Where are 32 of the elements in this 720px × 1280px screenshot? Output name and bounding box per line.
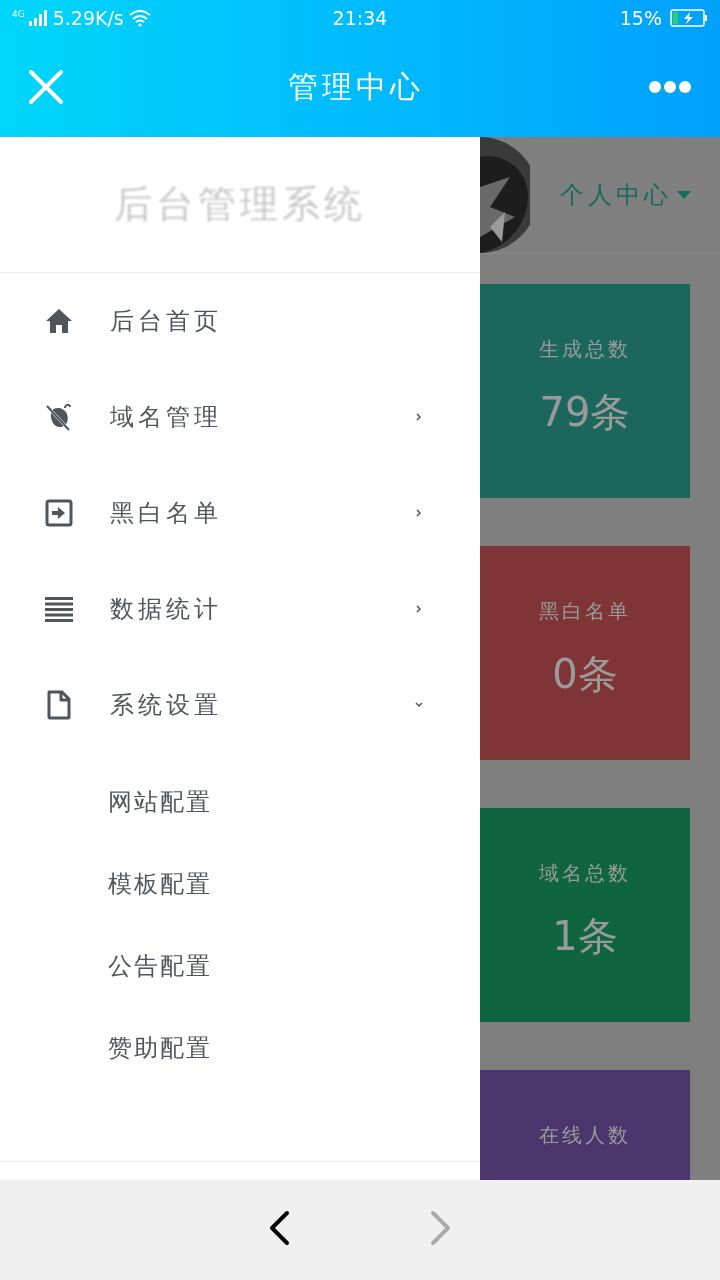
submenu-item[interactable]: 赞助配置 <box>0 1007 480 1089</box>
home-icon <box>45 308 73 334</box>
signal-icon <box>28 10 49 26</box>
more-icon[interactable] <box>648 79 692 94</box>
page-title: 管理中心 <box>287 68 425 106</box>
clock: 21:34 <box>331 5 389 31</box>
stat-label: 在线人数 <box>539 1122 631 1149</box>
stat-value: 79条 <box>539 388 631 437</box>
battery-charging-icon <box>670 9 708 27</box>
battery-percent: 15% <box>619 5 662 31</box>
list-icon <box>45 596 73 622</box>
stat-value: 0条 <box>552 650 618 699</box>
stat-label: 黑白名单 <box>539 598 631 625</box>
menu-item[interactable]: 域名管理 <box>0 369 480 465</box>
menu-item[interactable]: 后台首页 <box>0 273 480 369</box>
submenu-item[interactable]: 公告配置 <box>0 925 480 1007</box>
wifi-icon <box>127 9 152 27</box>
menu-item[interactable]: 数据统计 <box>0 561 480 657</box>
stat-label: 生成总数 <box>539 336 631 363</box>
close-icon[interactable] <box>28 68 64 105</box>
sign-in-icon <box>45 499 73 527</box>
stat-value: 1条 <box>552 912 618 961</box>
network-speed: 5.29K/s <box>52 5 124 31</box>
submenu-item[interactable]: 模板配置 <box>0 843 480 925</box>
document-icon <box>46 690 72 720</box>
submenu-item[interactable]: 网站配置 <box>0 761 480 843</box>
bell-off-icon <box>45 402 73 432</box>
stat-label: 域名总数 <box>539 860 631 887</box>
network-type: 4G <box>12 7 25 21</box>
caret-down-icon <box>676 190 692 200</box>
menu-item[interactable]: 黑白名单 <box>0 465 480 561</box>
menu-item[interactable]: 系统设置 <box>0 657 480 753</box>
